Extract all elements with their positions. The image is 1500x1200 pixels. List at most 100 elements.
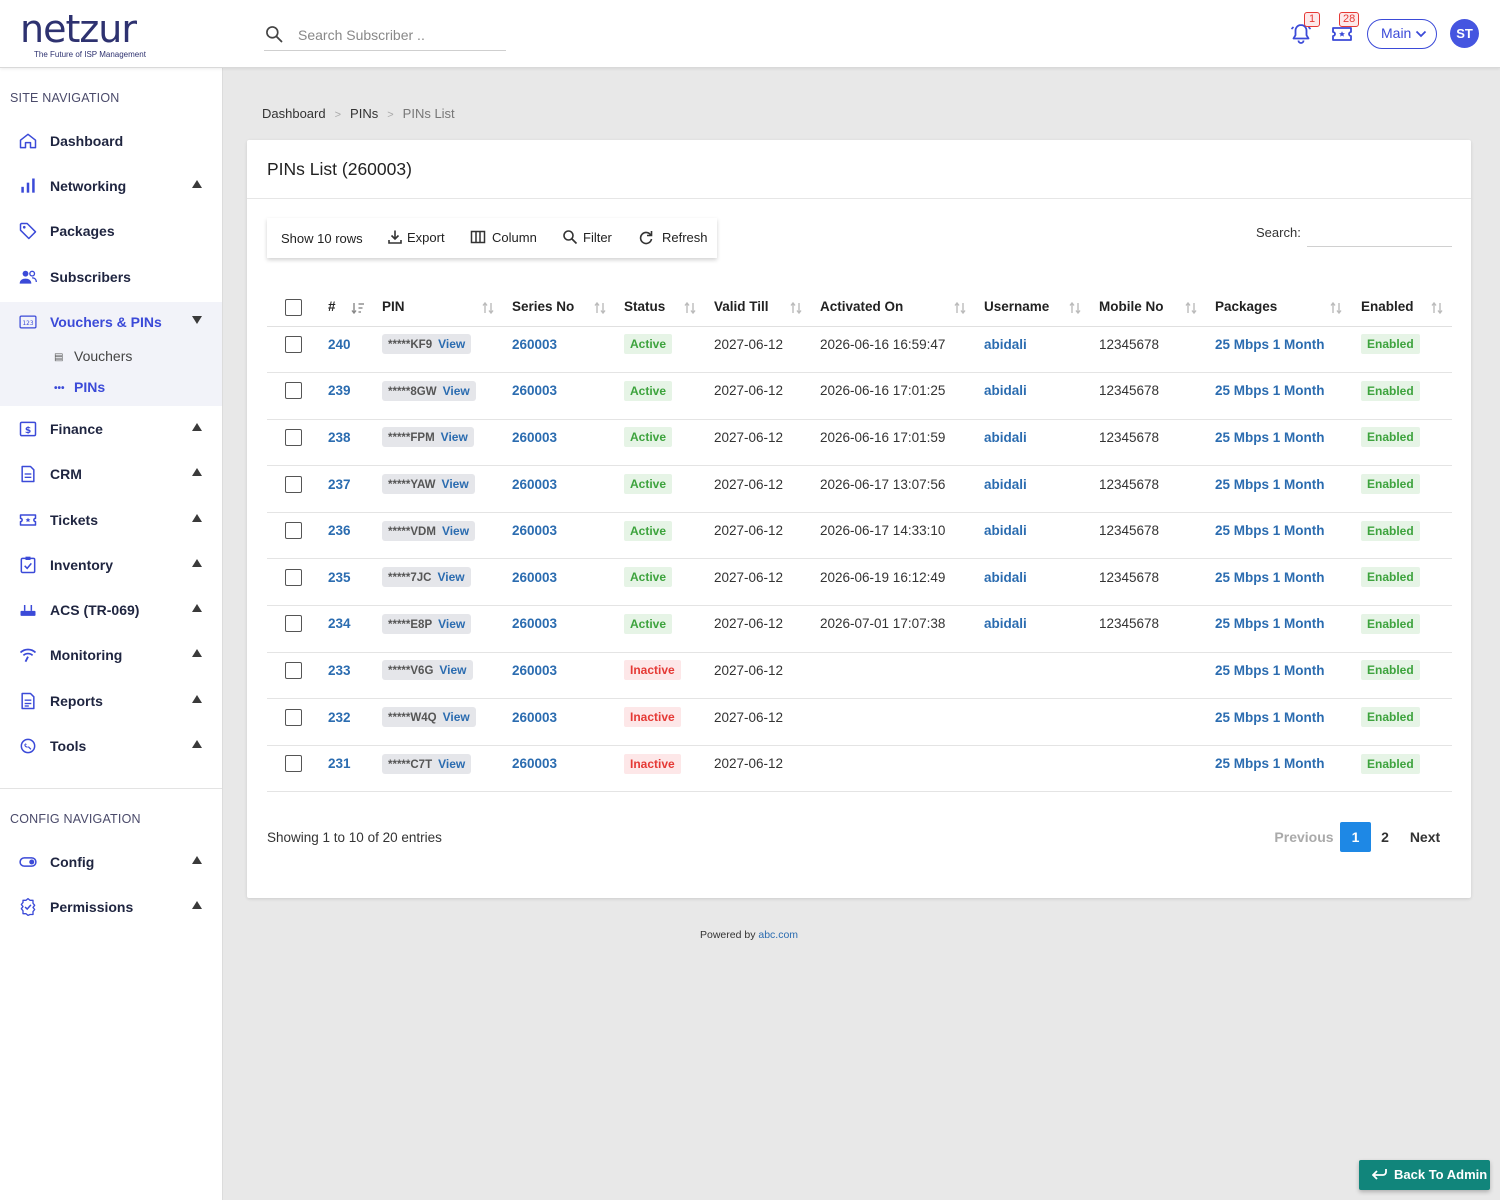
user-avatar[interactable]: ST xyxy=(1450,19,1479,48)
breadcrumb-pins[interactable]: PINs xyxy=(350,106,378,121)
package-link[interactable]: 25 Mbps 1 Month xyxy=(1215,337,1325,352)
pin-id-link[interactable]: 238 xyxy=(309,430,351,445)
pin-id-link[interactable]: 240 xyxy=(309,337,351,352)
username-link[interactable]: abidali xyxy=(984,477,1027,492)
pin-id-link[interactable]: 233 xyxy=(309,663,351,678)
username-link[interactable]: abidali xyxy=(984,570,1027,585)
row-checkbox[interactable] xyxy=(285,615,302,633)
username-link[interactable]: abidali xyxy=(984,430,1027,445)
column-header-activated-on[interactable]: Activated On xyxy=(820,288,984,327)
pin-view-link[interactable]: View xyxy=(438,337,465,351)
row-checkbox[interactable] xyxy=(285,335,302,353)
column-button[interactable]: Column xyxy=(470,218,537,258)
package-link[interactable]: 25 Mbps 1 Month xyxy=(1215,710,1325,725)
series-link[interactable]: 260003 xyxy=(512,523,557,538)
pin-id-link[interactable]: 232 xyxy=(309,710,351,725)
column-header-status[interactable]: Status xyxy=(624,288,714,327)
pagination-page-2[interactable]: 2 xyxy=(1371,822,1399,852)
sidebar-item-finance[interactable]: $ Finance xyxy=(0,409,222,449)
logo[interactable]: netzur The Future of ISP Management xyxy=(20,10,160,60)
column-header-id[interactable]: # xyxy=(309,288,382,327)
pagination-page-1[interactable]: 1 xyxy=(1340,822,1371,852)
pin-view-link[interactable]: View xyxy=(438,757,465,771)
row-checkbox[interactable] xyxy=(285,661,302,679)
filter-button[interactable]: Filter xyxy=(562,218,612,258)
export-button[interactable]: Export xyxy=(387,218,445,258)
row-checkbox[interactable] xyxy=(285,568,302,586)
sidebar-item-config[interactable]: Config xyxy=(0,842,222,882)
series-link[interactable]: 260003 xyxy=(512,337,557,352)
row-checkbox[interactable] xyxy=(285,428,302,446)
username-link[interactable]: abidali xyxy=(984,337,1027,352)
pin-view-link[interactable]: View xyxy=(442,477,469,491)
row-checkbox[interactable] xyxy=(285,522,302,540)
series-link[interactable]: 260003 xyxy=(512,570,557,585)
pin-id-link[interactable]: 231 xyxy=(309,756,351,771)
sidebar-subitem-pins[interactable]: ••• PINs xyxy=(54,379,105,395)
series-link[interactable]: 260003 xyxy=(512,477,557,492)
package-link[interactable]: 25 Mbps 1 Month xyxy=(1215,383,1325,398)
series-link[interactable]: 260003 xyxy=(512,710,557,725)
username-link[interactable]: abidali xyxy=(984,383,1027,398)
column-header-enabled[interactable]: Enabled xyxy=(1361,288,1452,327)
pin-id-link[interactable]: 237 xyxy=(309,477,351,492)
username-link[interactable]: abidali xyxy=(984,523,1027,538)
sidebar-item-acs[interactable]: ACS (TR-069) xyxy=(0,590,222,630)
table-search-input[interactable] xyxy=(1307,220,1452,247)
pin-view-link[interactable]: View xyxy=(439,663,466,677)
row-checkbox[interactable] xyxy=(285,382,302,400)
pagination-previous[interactable]: Previous xyxy=(1269,822,1339,852)
subscriber-search-input[interactable] xyxy=(298,22,503,48)
sidebar-item-reports[interactable]: Reports xyxy=(0,681,222,721)
column-header-pin[interactable]: PIN xyxy=(382,288,512,327)
series-link[interactable]: 260003 xyxy=(512,756,557,771)
branch-select[interactable]: Main xyxy=(1367,19,1437,49)
sidebar-item-permissions[interactable]: Permissions xyxy=(0,887,222,927)
package-link[interactable]: 25 Mbps 1 Month xyxy=(1215,523,1325,538)
package-link[interactable]: 25 Mbps 1 Month xyxy=(1215,756,1325,771)
column-header-valid-till[interactable]: Valid Till xyxy=(714,288,820,327)
sidebar-item-dashboard[interactable]: Dashboard xyxy=(0,121,222,161)
column-header-series[interactable]: Series No xyxy=(512,288,624,327)
package-link[interactable]: 25 Mbps 1 Month xyxy=(1215,477,1325,492)
sidebar-item-subscribers[interactable]: Subscribers xyxy=(0,257,222,297)
pin-view-link[interactable]: View xyxy=(441,430,468,444)
pin-view-link[interactable]: View xyxy=(443,710,470,724)
sidebar-item-packages[interactable]: Packages xyxy=(0,211,222,251)
show-rows-button[interactable]: Show 10 rows xyxy=(267,218,372,258)
column-header-packages[interactable]: Packages xyxy=(1215,288,1361,327)
row-checkbox[interactable] xyxy=(285,475,302,493)
sidebar-item-vouchers-pins[interactable]: 123 Vouchers & PINs xyxy=(0,302,222,342)
pin-id-link[interactable]: 239 xyxy=(309,383,351,398)
refresh-button[interactable]: Refresh xyxy=(638,218,708,258)
package-link[interactable]: 25 Mbps 1 Month xyxy=(1215,570,1325,585)
pin-id-link[interactable]: 234 xyxy=(309,616,351,631)
pin-id-link[interactable]: 235 xyxy=(309,570,351,585)
package-link[interactable]: 25 Mbps 1 Month xyxy=(1215,663,1325,678)
footer-link[interactable]: abc.com xyxy=(758,929,798,941)
column-header-username[interactable]: Username xyxy=(984,288,1099,327)
column-header-mobile[interactable]: Mobile No xyxy=(1099,288,1215,327)
pin-view-link[interactable]: View xyxy=(442,524,469,538)
sidebar-item-crm[interactable]: CRM xyxy=(0,454,222,494)
sidebar-item-tickets[interactable]: Tickets xyxy=(0,500,222,540)
sidebar-item-monitoring[interactable]: Monitoring xyxy=(0,635,222,675)
select-all-checkbox[interactable] xyxy=(285,299,302,317)
series-link[interactable]: 260003 xyxy=(512,383,557,398)
sidebar-item-tools[interactable]: Tools xyxy=(0,726,222,766)
series-link[interactable]: 260003 xyxy=(512,616,557,631)
sidebar-subitem-vouchers[interactable]: ▤ Vouchers xyxy=(54,348,132,364)
package-link[interactable]: 25 Mbps 1 Month xyxy=(1215,430,1325,445)
row-checkbox[interactable] xyxy=(285,755,302,773)
row-checkbox[interactable] xyxy=(285,708,302,726)
pin-id-link[interactable]: 236 xyxy=(309,523,351,538)
pagination-next[interactable]: Next xyxy=(1405,822,1445,852)
pin-view-link[interactable]: View xyxy=(438,617,465,631)
back-to-admin-button[interactable]: Back To Admin xyxy=(1359,1160,1490,1190)
breadcrumb-dashboard[interactable]: Dashboard xyxy=(262,106,326,121)
series-link[interactable]: 260003 xyxy=(512,663,557,678)
sidebar-item-networking[interactable]: Networking xyxy=(0,166,222,206)
pin-view-link[interactable]: View xyxy=(443,384,470,398)
sidebar-item-inventory[interactable]: Inventory xyxy=(0,545,222,585)
package-link[interactable]: 25 Mbps 1 Month xyxy=(1215,616,1325,631)
